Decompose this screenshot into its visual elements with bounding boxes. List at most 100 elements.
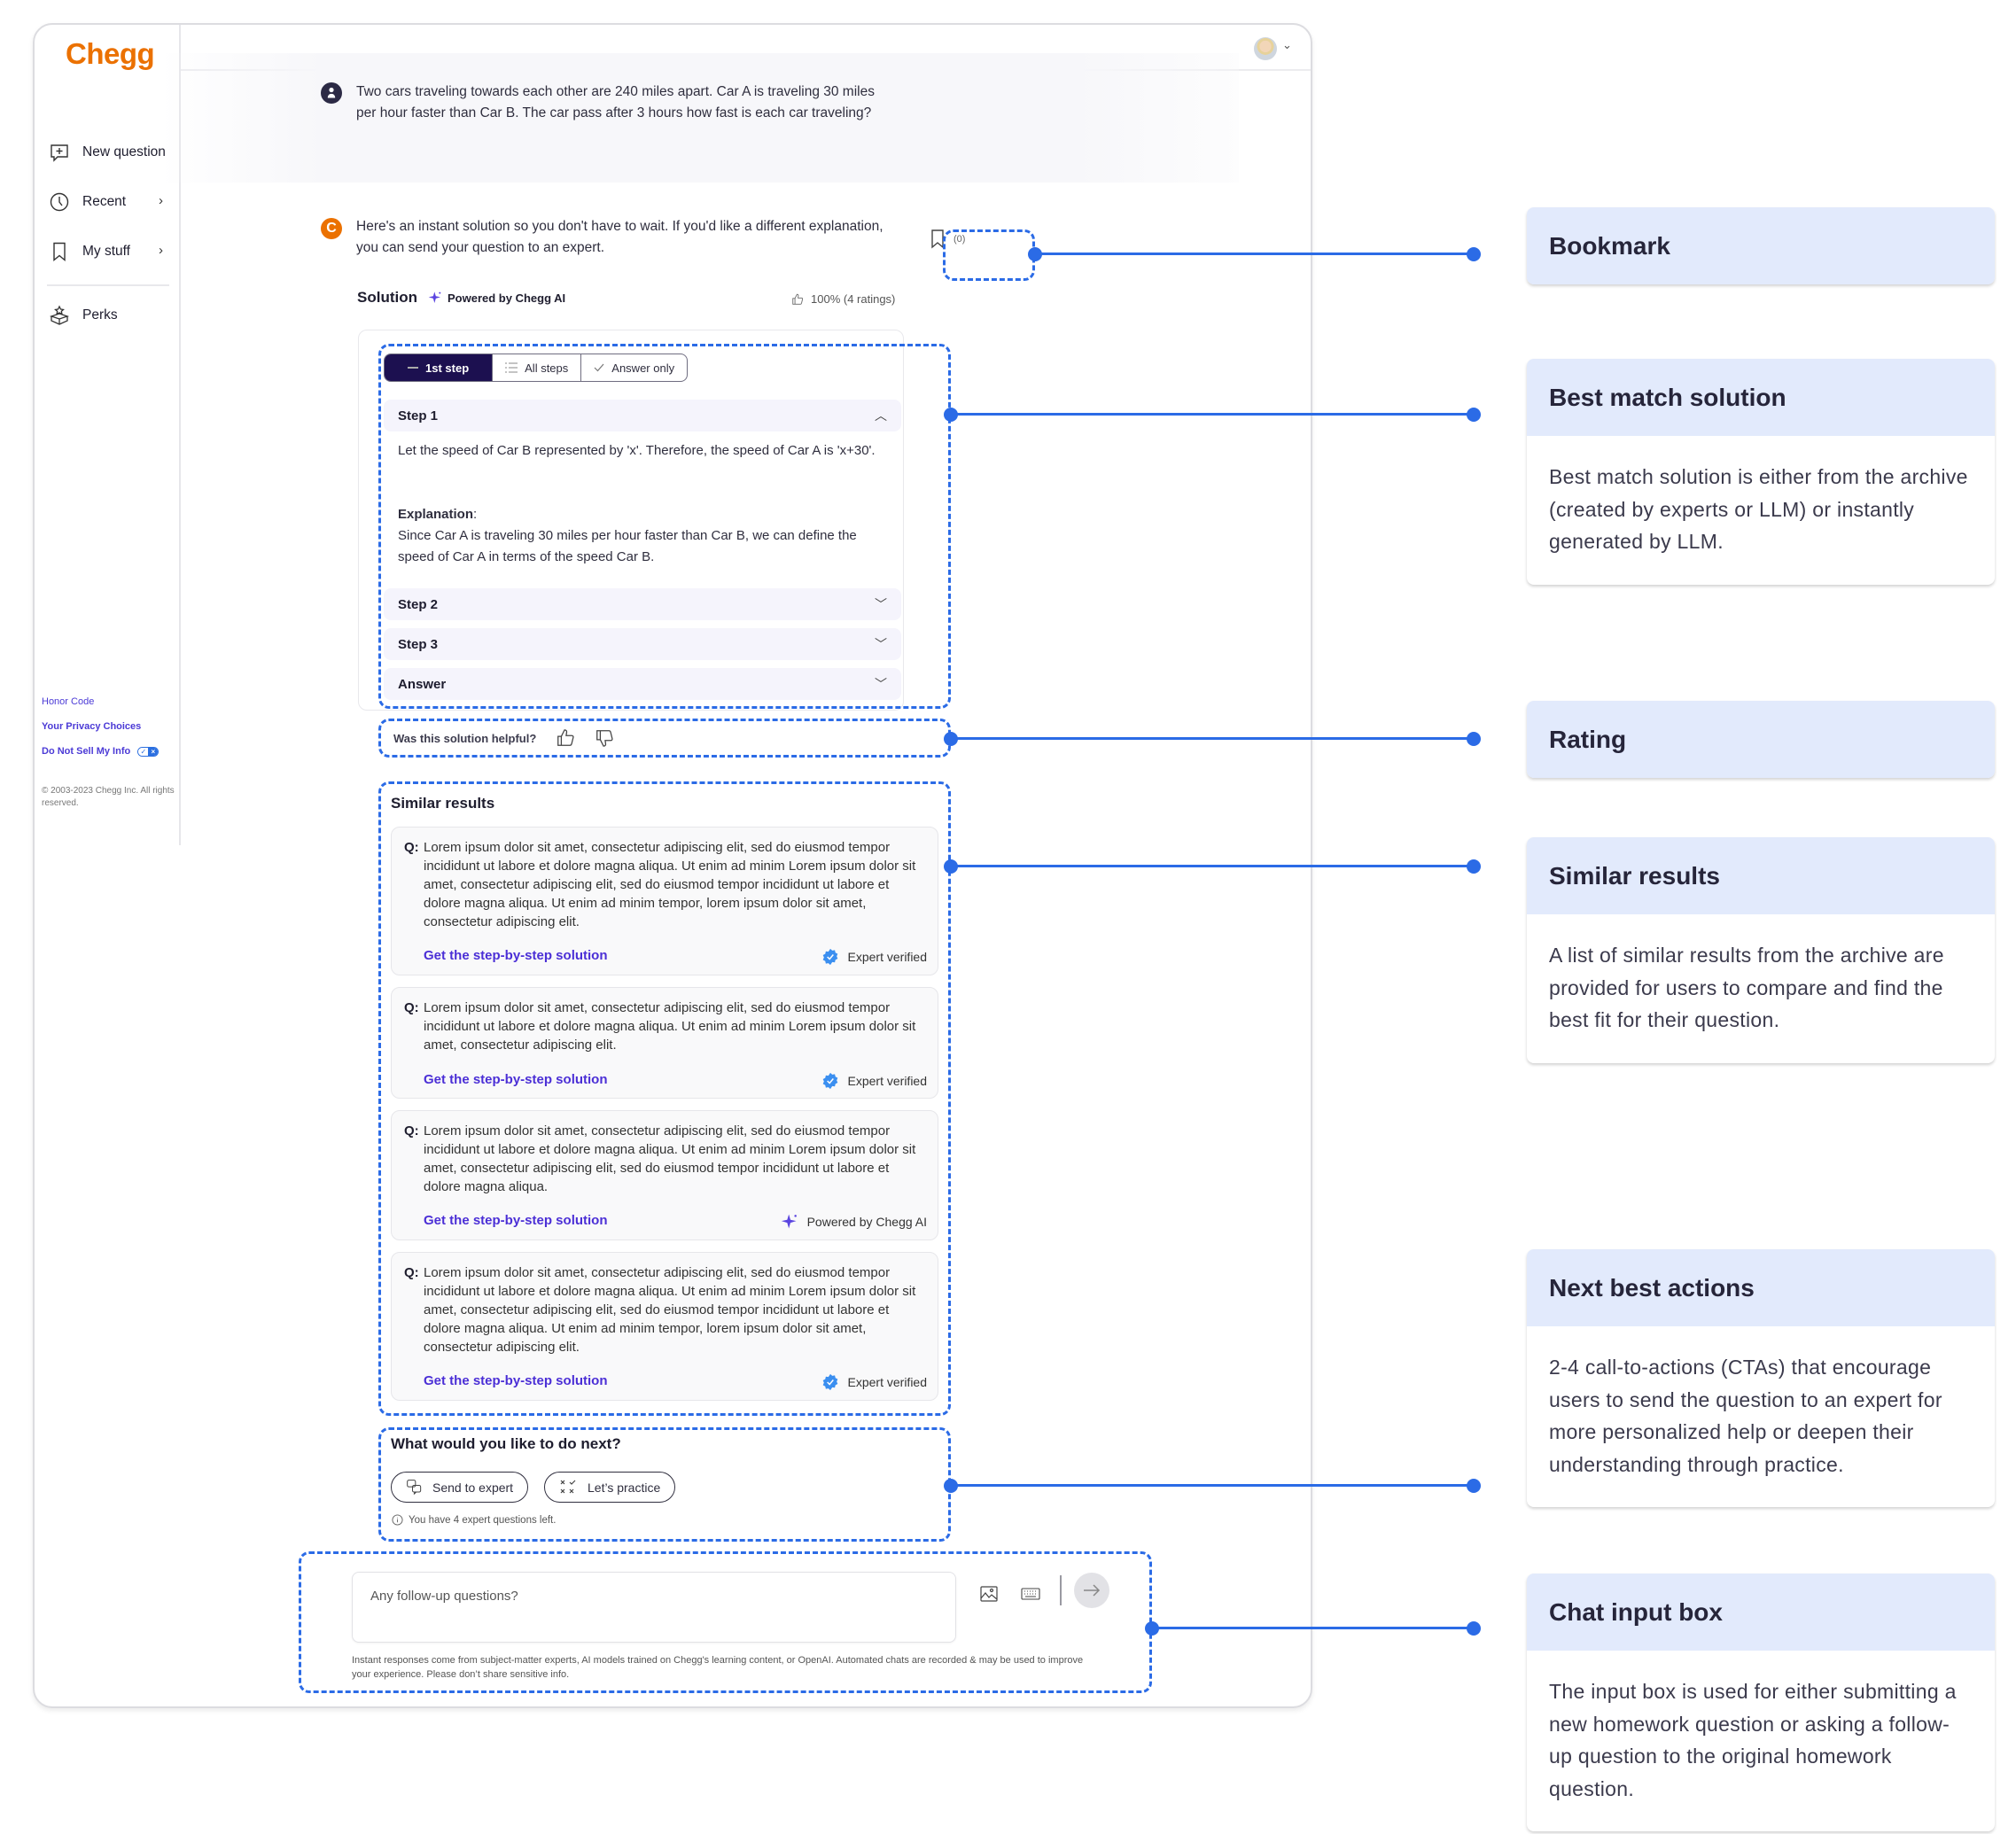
connector-dot	[1467, 1479, 1481, 1493]
step-by-step-link[interactable]: Get the step-by-step solution	[424, 1213, 608, 1228]
view-mode-tabs: 1st step All steps Answer only	[384, 354, 689, 382]
annotation-body: Best match solution is either from the a…	[1549, 465, 1968, 553]
step-1-header[interactable]: Step 1 ︿	[384, 400, 901, 431]
annotation-bookmark: Bookmark	[1527, 207, 1995, 284]
solution-header: Solution Powered by Chegg AI	[357, 289, 565, 307]
sidebar-item-perks[interactable]: Perks	[49, 305, 118, 326]
annotation-best-match: Best match solution Best match solution …	[1527, 359, 1995, 585]
similar-result-card[interactable]: Q: Lorem ipsum dolor sit amet, consectet…	[391, 1252, 938, 1401]
similar-result-card[interactable]: Q: Lorem ipsum dolor sit amet, consectet…	[391, 827, 938, 975]
note-text: You have 4 expert questions left.	[409, 1514, 557, 1526]
chevron-down-icon: ﹀	[875, 637, 887, 651]
step-label: Step 3	[398, 636, 439, 652]
tab-answer-only[interactable]: Answer only	[581, 354, 687, 381]
connector-dot	[944, 859, 958, 874]
sidebar-item-label: Recent	[82, 194, 127, 209]
qa-bubbles-icon	[407, 1479, 422, 1495]
do-not-sell-link[interactable]: Do Not Sell My Info ✓ ×	[42, 746, 160, 757]
q-label: Q:	[404, 840, 419, 855]
tab-all-steps[interactable]: All steps	[493, 354, 582, 381]
chat-toolbar-divider	[1060, 1575, 1062, 1605]
chat-input-box	[352, 1572, 956, 1643]
rating-text: 100% (4 ratings)	[811, 292, 896, 306]
connector-chat-input	[1152, 1627, 1474, 1629]
keyboard-icon	[1021, 1588, 1040, 1600]
tab-1st-step[interactable]: 1st step	[385, 354, 494, 381]
privacy-toggle-icon[interactable]: ✓ ×	[137, 746, 160, 757]
annotation-title: Similar results	[1527, 837, 1995, 914]
solution-title: Solution	[357, 289, 417, 306]
bookmark-button[interactable]: (0)	[930, 229, 965, 249]
step-label: Step 1	[398, 408, 439, 424]
button-label: Send to expert	[432, 1480, 514, 1495]
practice-marks-icon	[560, 1480, 576, 1493]
badge-label: Expert verified	[847, 1074, 927, 1088]
follow-up-input[interactable]	[370, 1589, 920, 1604]
thumbs-up-icon[interactable]	[556, 728, 575, 748]
sidebar-separator	[47, 284, 169, 286]
keyboard-button[interactable]	[1016, 1580, 1045, 1608]
similar-result-text: Lorem ipsum dolor sit amet, consectetur …	[424, 1265, 916, 1355]
button-label: Let’s practice	[588, 1480, 661, 1495]
sidebar-item-my-stuff[interactable]: My stuff	[49, 241, 130, 262]
expert-verified-badge: Expert verified	[821, 1072, 927, 1090]
step-by-step-link[interactable]: Get the step-by-step solution	[424, 1373, 608, 1388]
chegg-logo[interactable]: Chegg	[66, 37, 155, 71]
x-icon: ×	[148, 747, 159, 756]
connector-dot	[1467, 247, 1481, 261]
helpful-question: Was this solution helpful?	[393, 731, 537, 745]
similar-result-text: Lorem ipsum dolor sit amet, consectetur …	[424, 1123, 916, 1194]
expert-questions-left: You have 4 expert questions left.	[392, 1514, 556, 1526]
step-3-header[interactable]: Step 3 ﹀	[384, 628, 901, 660]
step-2-header[interactable]: Step 2 ﹀	[384, 588, 901, 620]
chat-disclaimer: Instant responses come from subject-matt…	[352, 1655, 1084, 1680]
step-by-step-link[interactable]: Get the step-by-step solution	[424, 948, 608, 963]
step-by-step-link[interactable]: Get the step-by-step solution	[424, 1072, 608, 1087]
bookmark-icon	[53, 242, 66, 261]
similar-result-text: Lorem ipsum dolor sit amet, consectetur …	[424, 1000, 916, 1053]
connector-similar-results	[951, 865, 1474, 867]
answer-header[interactable]: Answer ﹀	[384, 668, 901, 700]
chevron-down-icon[interactable]: ⌄	[1282, 38, 1292, 52]
list-icon	[505, 362, 518, 373]
annotation-similar-results: Similar results A list of similar result…	[1527, 837, 1995, 1063]
explanation: Explanation: Since Car A is traveling 30…	[398, 504, 894, 568]
do-not-sell-label: Do Not Sell My Info	[42, 746, 131, 757]
send-to-expert-button[interactable]: Send to expert	[391, 1472, 529, 1503]
user-avatar[interactable]	[1254, 37, 1277, 60]
honor-code-link[interactable]: Honor Code	[42, 696, 94, 707]
verified-badge-icon	[822, 1373, 837, 1391]
step-1-body: Let the speed of Car B represented by 'x…	[398, 443, 876, 458]
lets-practice-button[interactable]: Let’s practice	[544, 1472, 676, 1503]
tab-label: Answer only	[611, 361, 675, 375]
image-upload-button[interactable]	[975, 1580, 1003, 1608]
explanation-body: Since Car A is traveling 30 miles per ho…	[398, 528, 857, 564]
annotation-title: Rating	[1527, 701, 1995, 778]
sidebar-item-new-question[interactable]: New question	[49, 142, 166, 163]
connector-dot	[944, 408, 958, 422]
connector-dot	[1145, 1621, 1159, 1636]
thumbs-down-icon[interactable]	[595, 728, 614, 748]
connector-dot	[944, 732, 958, 746]
badge-label: Powered by Chegg AI	[806, 1215, 927, 1229]
powered-by-label: Powered by Chegg AI	[447, 291, 566, 305]
send-button[interactable]	[1074, 1573, 1109, 1608]
sidebar-item-recent[interactable]: Recent	[49, 191, 126, 213]
q-label: Q:	[404, 1123, 419, 1138]
similar-result-card[interactable]: Q: Lorem ipsum dolor sit amet, consectet…	[391, 987, 938, 1099]
powered-by-badge: Powered by Chegg AI	[428, 291, 565, 305]
tab-label: All steps	[525, 361, 569, 375]
chevron-up-icon: ︿	[875, 408, 887, 423]
sparkle-icon	[781, 1214, 797, 1229]
dash-icon	[408, 367, 418, 369]
sparkle-icon	[428, 291, 441, 303]
annotation-title: Bookmark	[1527, 207, 1995, 284]
image-icon	[980, 1586, 998, 1602]
sidebar-item-label: New question	[82, 144, 166, 159]
user-icon	[321, 82, 342, 104]
thumbs-up-icon	[792, 293, 804, 305]
badge-label: Expert verified	[847, 1375, 927, 1389]
similar-result-card[interactable]: Q: Lorem ipsum dolor sit amet, consectet…	[391, 1110, 938, 1240]
verified-badge-icon	[822, 1072, 837, 1090]
privacy-choices-link[interactable]: Your Privacy Choices	[42, 721, 141, 732]
